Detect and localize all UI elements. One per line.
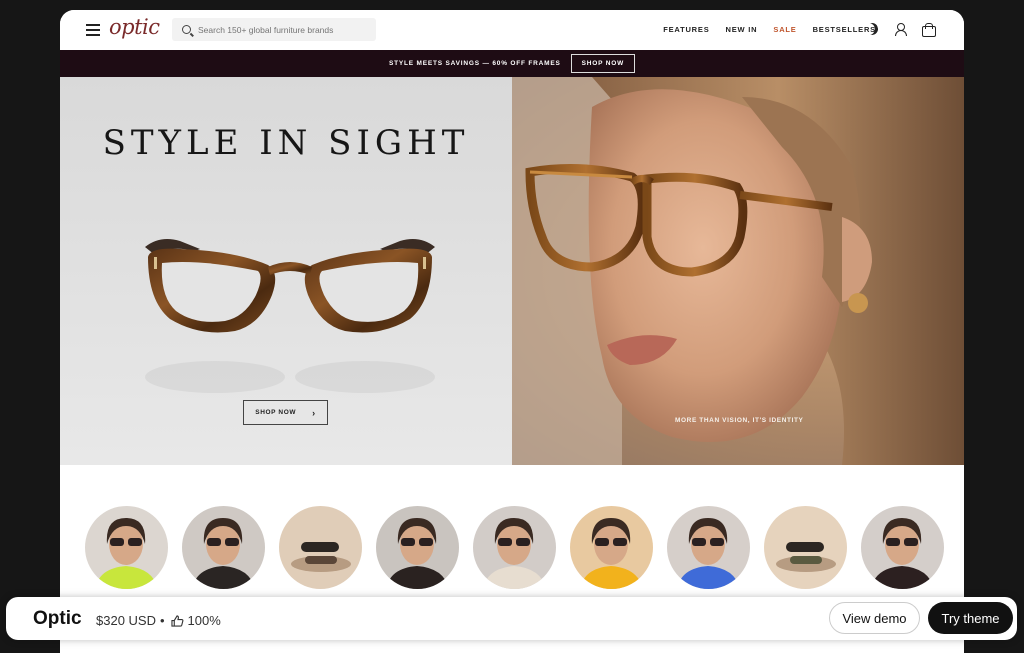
hero-shop-button[interactable]: SHOP NOW › xyxy=(243,400,328,425)
search-icon xyxy=(182,25,191,34)
eyeglasses-image xyxy=(145,239,435,393)
story-circle[interactable] xyxy=(764,506,847,589)
nav-sale[interactable]: SALE xyxy=(773,25,796,34)
story-image xyxy=(95,518,158,589)
theme-price: $320 USD xyxy=(96,613,156,628)
view-demo-button[interactable]: View demo xyxy=(829,602,920,634)
try-theme-button[interactable]: Try theme xyxy=(928,602,1013,634)
promo-bar: STYLE MEETS SAVINGS — 60% OFF FRAMES SHO… xyxy=(60,50,964,77)
search-input[interactable] xyxy=(198,24,368,35)
story-circle[interactable] xyxy=(85,506,168,589)
theme-info-bar: Optic $320 USD • 100% View demo Try them… xyxy=(6,597,1017,640)
nav-new-in[interactable]: NEW IN xyxy=(726,25,758,34)
main-nav: FEATURES NEW IN SALE BESTSELLERS xyxy=(663,25,876,34)
hero-model-image: MORE THAN VISION, IT'S IDENTITY xyxy=(512,77,964,465)
story-circles xyxy=(85,506,944,589)
story-image xyxy=(291,542,351,572)
hero-title: STYLE IN SIGHT xyxy=(102,123,470,163)
search-bar[interactable] xyxy=(172,18,376,41)
story-image xyxy=(871,518,934,589)
promo-shop-button[interactable]: SHOP NOW xyxy=(570,54,636,73)
model-portrait xyxy=(512,77,964,465)
hero-tagline: MORE THAN VISION, IT'S IDENTITY xyxy=(675,417,804,424)
story-circle[interactable] xyxy=(376,506,459,589)
thumbs-up-icon xyxy=(170,614,183,627)
site-logo[interactable]: optic xyxy=(109,15,160,39)
nav-features[interactable]: FEATURES xyxy=(663,25,709,34)
hero-shop-label: SHOP NOW xyxy=(255,409,297,416)
story-circle[interactable] xyxy=(182,506,265,589)
header-icons xyxy=(864,21,936,37)
story-circle[interactable] xyxy=(667,506,750,589)
chevron-right-icon: › xyxy=(312,407,316,418)
story-image xyxy=(776,542,836,572)
site-header: optic FEATURES NEW IN SALE BESTSELLERS xyxy=(60,10,964,50)
theme-price-rating: $320 USD • 100% xyxy=(96,613,221,628)
promo-text: STYLE MEETS SAVINGS — 60% OFF FRAMES xyxy=(388,60,561,67)
story-image xyxy=(386,518,449,589)
theme-rating: 100% xyxy=(187,613,221,628)
theme-name: Optic xyxy=(33,608,82,629)
browser-window: optic FEATURES NEW IN SALE BESTSELLERS S… xyxy=(60,10,964,653)
menu-icon[interactable] xyxy=(86,24,100,36)
story-circle[interactable] xyxy=(279,506,362,589)
dark-mode-icon[interactable] xyxy=(864,21,879,36)
hero-left-panel: STYLE IN SIGHT SHOP NOW › xyxy=(60,77,512,465)
story-image xyxy=(192,518,255,589)
separator-dot: • xyxy=(159,613,165,628)
story-image xyxy=(580,518,643,589)
story-circle[interactable] xyxy=(861,506,944,589)
story-circle[interactable] xyxy=(570,506,653,589)
account-icon[interactable] xyxy=(894,23,907,36)
story-circle[interactable] xyxy=(473,506,556,589)
story-image xyxy=(483,518,546,589)
cart-icon[interactable] xyxy=(922,23,936,37)
story-image xyxy=(677,518,740,589)
